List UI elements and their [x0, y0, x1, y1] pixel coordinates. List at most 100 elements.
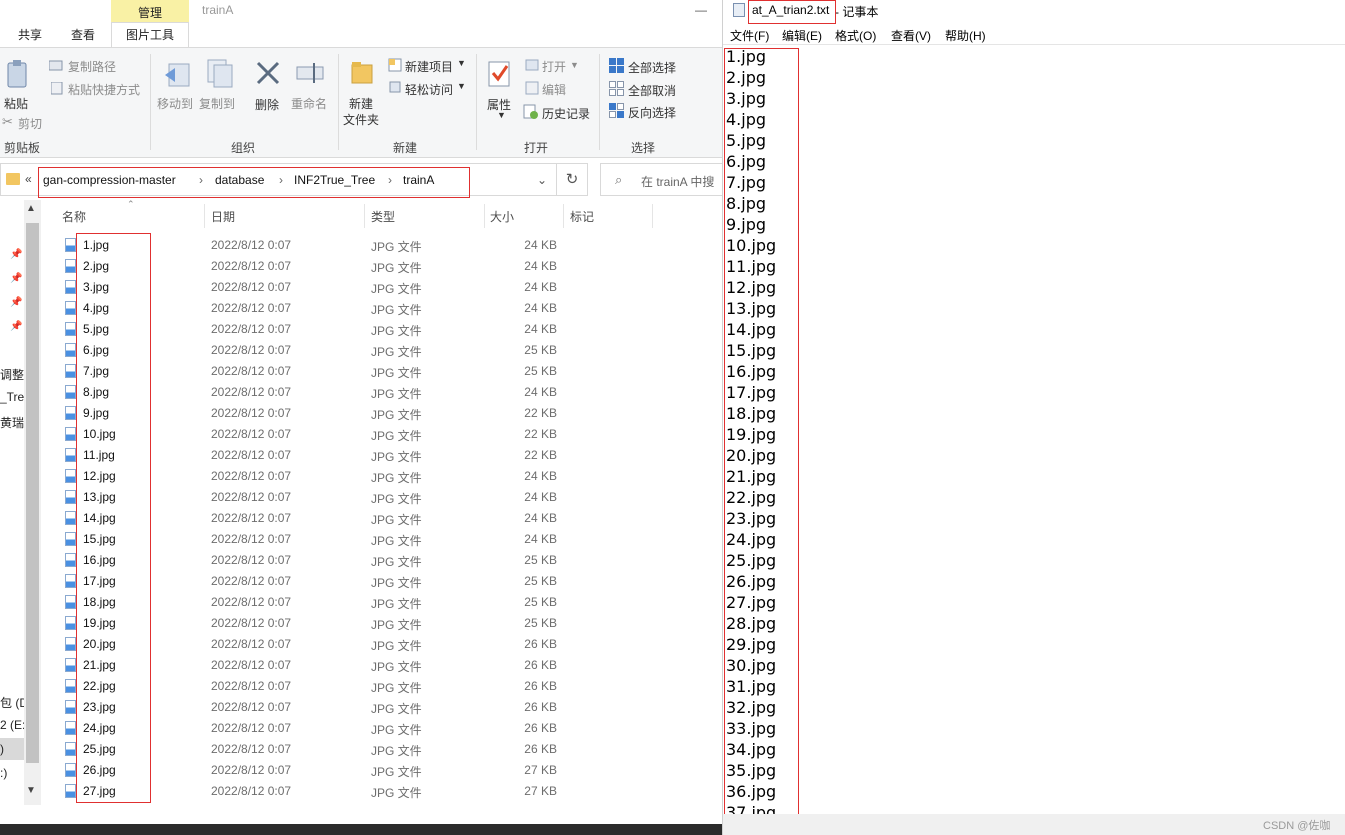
file-explorer-window: 管理 trainA — 共享 查看 图片工具 粘贴 复制路径 粘贴快捷方式 ✂ … — [0, 0, 722, 835]
copy-path-button[interactable]: 复制路径 — [68, 58, 116, 75]
paste-button[interactable]: 粘贴 — [4, 95, 28, 112]
nav-item[interactable]: 调整 — [0, 366, 24, 383]
chevron-down-icon[interactable]: ⌄ — [537, 173, 547, 187]
column-header-tags[interactable]: 标记 — [570, 208, 594, 225]
minimize-icon[interactable]: — — [695, 3, 707, 17]
column-divider[interactable] — [364, 204, 365, 228]
column-header-type[interactable]: 类型 — [371, 208, 395, 225]
column-divider[interactable] — [204, 204, 205, 228]
nav-item[interactable]: 黄瑞 — [0, 414, 24, 431]
menu-help[interactable]: 帮助(H) — [945, 27, 986, 44]
tab-manage[interactable]: 管理 — [138, 4, 162, 21]
file-size: 24 KB — [524, 490, 557, 504]
group-divider — [150, 54, 151, 150]
easy-access-button[interactable]: 轻松访问 — [405, 81, 453, 98]
delete-button[interactable]: 删除 — [255, 96, 279, 113]
menu-file[interactable]: 文件(F) — [730, 27, 769, 44]
menu-view[interactable]: 查看(V) — [891, 27, 931, 44]
select-none-button[interactable]: 全部取消 — [628, 82, 676, 99]
file-date: 2022/8/12 0:07 — [211, 343, 292, 357]
file-type: JPG 文件 — [371, 681, 422, 695]
group-clipboard: 剪贴板 — [4, 141, 41, 155]
copy-to-button[interactable]: 复制到 — [199, 95, 235, 112]
breadcrumb-overflow[interactable]: « — [25, 172, 32, 186]
search-placeholder: 在 trainA 中搜 — [641, 175, 715, 189]
menu-format[interactable]: 格式(O) — [835, 27, 876, 44]
column-header-date[interactable]: 日期 — [211, 208, 235, 225]
file-date: 2022/8/12 0:07 — [211, 301, 292, 315]
address-bar[interactable]: « gan-compression-master › database › IN… — [0, 163, 557, 198]
file-size: 24 KB — [524, 280, 557, 294]
jpg-file-icon — [65, 259, 76, 273]
tab-share[interactable]: 共享 — [18, 26, 42, 43]
file-type: JPG 文件 — [371, 450, 422, 464]
new-item-button[interactable]: 新建项目 — [405, 58, 453, 75]
menu-edit[interactable]: 编辑(E) — [782, 27, 822, 44]
file-size: 24 KB — [524, 532, 557, 546]
notepad-window: at_A_trian2.txt - 记事本 文件(F) 编辑(E) 格式(O) … — [722, 0, 1345, 835]
file-type: JPG 文件 — [371, 765, 422, 779]
jpg-file-icon — [65, 385, 76, 399]
file-date: 2022/8/12 0:07 — [211, 490, 292, 504]
file-type: JPG 文件 — [371, 702, 422, 716]
new-folder-line1[interactable]: 新建 — [349, 95, 373, 112]
select-all-button[interactable]: 全部选择 — [628, 59, 676, 76]
jpg-file-icon — [65, 784, 76, 798]
column-header-name[interactable]: 名称 — [62, 208, 86, 225]
edit-button[interactable]: 编辑 — [542, 81, 566, 98]
chevron-down-icon: ▼ — [457, 81, 466, 91]
clipboard-icon — [7, 60, 27, 88]
copy-to-icon — [207, 59, 233, 88]
column-divider[interactable] — [484, 204, 485, 228]
invert-selection-button[interactable]: 反向选择 — [628, 104, 676, 121]
column-header-size[interactable]: 大小 — [490, 208, 514, 225]
history-button[interactable]: 历史记录 — [542, 105, 590, 122]
highlight-box — [38, 167, 470, 198]
nav-item[interactable]: 2 (E:) — [0, 718, 24, 732]
group-divider — [476, 54, 477, 150]
file-type: JPG 文件 — [371, 576, 422, 590]
nav-item[interactable]: _Tre — [0, 390, 24, 404]
nav-scrollbar-thumb[interactable] — [26, 223, 39, 763]
invert-selection-icon — [609, 103, 624, 118]
jpg-file-icon — [65, 469, 76, 483]
file-type: JPG 文件 — [371, 408, 422, 422]
scroll-down-icon[interactable]: ▼ — [26, 785, 36, 796]
jpg-file-icon — [65, 448, 76, 462]
column-divider[interactable] — [563, 204, 564, 228]
rename-button[interactable]: 重命名 — [291, 95, 327, 112]
file-size: 24 KB — [524, 469, 557, 483]
scroll-up-icon[interactable]: ▲ — [26, 203, 36, 214]
copy-path-icon — [49, 60, 63, 71]
group-organize: 组织 — [231, 141, 256, 155]
nav-item[interactable]: 包 (D — [0, 694, 24, 711]
address-row: « gan-compression-master › database › IN… — [0, 160, 722, 200]
file-date: 2022/8/12 0:07 — [211, 532, 292, 546]
file-date: 2022/8/12 0:07 — [211, 259, 292, 273]
refresh-icon[interactable]: ↻ — [557, 163, 588, 196]
open-icon — [525, 59, 539, 71]
rename-icon — [296, 63, 324, 83]
file-size: 22 KB — [524, 448, 557, 462]
tab-view[interactable]: 查看 — [71, 26, 95, 43]
file-date: 2022/8/12 0:07 — [211, 637, 292, 651]
file-type: JPG 文件 — [371, 555, 422, 569]
notepad-text-area[interactable]: 1.jpg 2.jpg 3.jpg 4.jpg 5.jpg 6.jpg 7.jpg 8.jpg… — [723, 44, 1345, 815]
file-size: 25 KB — [524, 574, 557, 588]
cut-button[interactable]: 剪切 — [18, 115, 42, 132]
search-box[interactable]: ⌕ 在 trainA 中搜 — [600, 163, 722, 196]
move-to-button[interactable]: 移动到 — [157, 95, 193, 112]
paste-shortcut-button[interactable]: 粘贴快捷方式 — [68, 81, 140, 98]
nav-item[interactable]: :) — [0, 766, 24, 780]
window-title: trainA — [202, 3, 234, 17]
file-size: 26 KB — [524, 637, 557, 651]
file-size: 24 KB — [524, 238, 557, 252]
open-button[interactable]: 打开 — [542, 58, 566, 75]
column-divider[interactable] — [652, 204, 653, 228]
new-folder-line2[interactable]: 文件夹 — [343, 111, 379, 128]
file-date: 2022/8/12 0:07 — [211, 763, 292, 777]
jpg-file-icon — [65, 301, 76, 315]
notepad-menu-bar: 文件(F) 编辑(E) 格式(O) 查看(V) 帮助(H) — [723, 24, 1345, 44]
nav-item[interactable]: ) — [0, 742, 24, 756]
file-date: 2022/8/12 0:07 — [211, 784, 292, 798]
